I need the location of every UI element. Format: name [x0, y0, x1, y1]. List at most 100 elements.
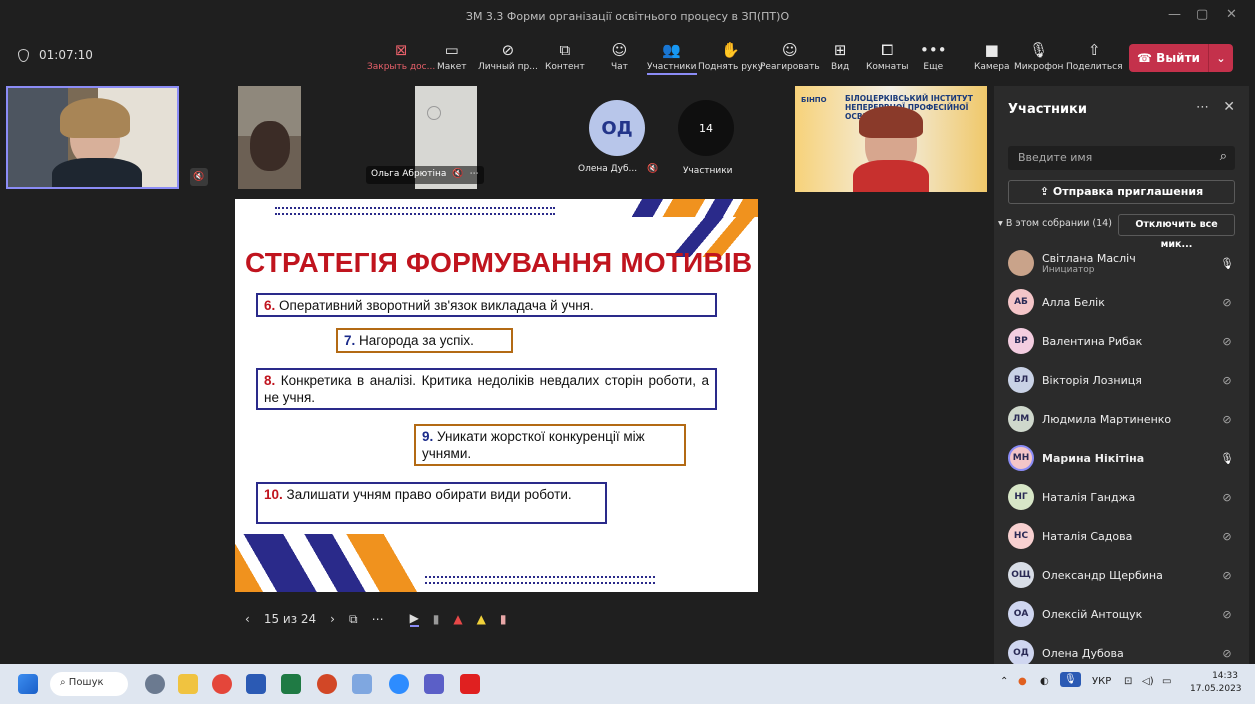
powerpoint-icon[interactable]: [317, 674, 337, 694]
toolbar-button-9[interactable]: ⧠ Комнаты: [866, 40, 908, 72]
avatar: МН: [1008, 445, 1034, 471]
participant-row[interactable]: МН Марина Нікітіна 🎙: [1008, 443, 1235, 473]
participant-name: Вікторія Лозниця: [1042, 373, 1142, 387]
participant-row[interactable]: Світлана Масліч Инициатор 🎙: [1008, 248, 1235, 278]
muted-mic-icon: 🔇: [190, 168, 208, 186]
participant-row[interactable]: ВЛ Вікторія Лозниця ⊘: [1008, 365, 1235, 395]
pointer-tool-icon[interactable]: ▶: [409, 611, 419, 627]
settings-icon[interactable]: [145, 674, 165, 694]
network-icon[interactable]: ⊡: [1124, 676, 1132, 687]
item-text: Нагорода за успіх.: [359, 333, 474, 348]
eraser-tool-icon[interactable]: ▮: [500, 612, 507, 626]
toolbar-label: Поделиться: [1066, 62, 1123, 72]
item-number: 8.: [264, 373, 276, 388]
layout-icon: ▭: [444, 41, 459, 59]
maximize-icon[interactable]: ▢: [1196, 7, 1208, 22]
taskbar-clock[interactable]: 14:33 17.05.2023: [1190, 670, 1242, 696]
participant-info: Олександр Щербина: [1042, 569, 1219, 582]
caret-down-icon: ▾: [998, 218, 1003, 229]
highlighter-tool-icon[interactable]: ▲: [477, 612, 486, 626]
participant-info: Світлана Масліч Инициатор: [1042, 252, 1219, 275]
grid-view-icon[interactable]: ⧉: [349, 612, 358, 627]
more-icon[interactable]: ⋯: [1196, 100, 1209, 115]
participant-row[interactable]: НГ Наталія Ганджа ⊘: [1008, 482, 1235, 512]
toolbar-button-13[interactable]: ⇧ Поделиться: [1066, 40, 1123, 72]
participants-icon: 👥: [662, 41, 682, 59]
participant-row[interactable]: НС Наталія Садова ⊘: [1008, 521, 1235, 551]
pdf-reader-icon[interactable]: [460, 674, 480, 694]
muted-mic-icon: ⊘: [1222, 412, 1232, 426]
participant-row[interactable]: ОЩ Олександр Щербина ⊘: [1008, 560, 1235, 590]
tray-overflow-icon[interactable]: ⌃: [1000, 676, 1008, 687]
video-tile-participant[interactable]: [238, 86, 301, 189]
toolbar-button-11[interactable]: ■ Камера: [974, 40, 1009, 72]
windows-taskbar: ⌕ Пошук ⌃ ● ◐ 🎙 УКР ⊡ ◁) ▭ 14:33 17.05.2…: [0, 664, 1255, 704]
mute-all-button[interactable]: Отключить все мик...: [1118, 214, 1235, 250]
item-number: 6.: [264, 298, 276, 313]
participants-count-circle[interactable]: 14: [678, 100, 734, 156]
tray-mic-icon[interactable]: 🎙: [1060, 672, 1081, 687]
participant-row[interactable]: ВР Валентина Рибак ⊘: [1008, 326, 1235, 356]
search-placeholder: Введите имя: [1018, 151, 1093, 164]
red-pen-tool-icon[interactable]: ▲: [453, 612, 462, 626]
participant-name: Марина Нікітіна: [1042, 451, 1145, 465]
volume-icon[interactable]: ◁): [1142, 676, 1154, 687]
toolbar-button-3[interactable]: ⧉ Контент: [545, 40, 585, 72]
tray-app-icon[interactable]: ◐: [1040, 676, 1049, 687]
prev-slide-icon[interactable]: ‹: [245, 612, 250, 626]
leave-button[interactable]: ☎ Выйти ⌄: [1129, 44, 1233, 72]
video-tile-presenter[interactable]: БІНПО БІЛОЦЕРКІВСЬКИЙ ІНСТИТУТ НЕПЕРЕРВН…: [795, 86, 987, 192]
participants-panel: Участники ⋯ ✕ Введите имя ⌕ ⇪ Отправка п…: [994, 86, 1249, 666]
participant-info: Вікторія Лозниця: [1042, 374, 1219, 387]
toolbar-button-10[interactable]: ••• Еще: [920, 40, 947, 72]
timer-value: 01:07:10: [39, 48, 93, 62]
video-tile-self[interactable]: [6, 86, 179, 189]
toolbar-button-1[interactable]: ▭ Макет: [437, 40, 467, 72]
window-title: ЗМ 3.3 Форми організації освітнього проц…: [465, 10, 790, 23]
chevron-down-icon[interactable]: ⌄: [1209, 52, 1233, 65]
close-window-icon[interactable]: ✕: [1226, 7, 1237, 22]
file-explorer-icon[interactable]: [178, 674, 198, 694]
minimize-icon[interactable]: —: [1168, 7, 1181, 22]
toolbar-button-4[interactable]: ☺ Чат: [611, 40, 628, 72]
pen-tool-icon[interactable]: ▮: [433, 612, 440, 626]
participant-row[interactable]: АБ Алла Белік ⊘: [1008, 287, 1235, 317]
toolbar-button-8[interactable]: ⊞ Вид: [831, 40, 849, 72]
toolbar-button-7[interactable]: ☺ Реагировать: [760, 40, 820, 72]
keyboard-language[interactable]: УКР: [1092, 676, 1111, 687]
raise-hand-icon: ✋: [721, 41, 740, 59]
toolbar-button-12[interactable]: 🎙 Микрофон: [1014, 40, 1063, 72]
clock-date: 17.05.2023: [1190, 684, 1242, 694]
next-slide-icon[interactable]: ›: [330, 612, 335, 626]
search-input[interactable]: Введите имя ⌕: [1008, 146, 1235, 170]
decorative-dots: [275, 213, 555, 215]
excel-icon[interactable]: [281, 674, 301, 694]
toolbar-button-6[interactable]: ✋ Поднять руку: [698, 40, 763, 72]
participant-row[interactable]: ОА Олексій Антощук ⊘: [1008, 599, 1235, 629]
slide-page-counter: 15 из 24: [263, 612, 317, 626]
zoom-icon[interactable]: [389, 674, 409, 694]
tray-app-icon[interactable]: ●: [1018, 676, 1027, 687]
participant-row[interactable]: ЛМ Людмила Мартиненко ⊘: [1008, 404, 1235, 434]
battery-icon[interactable]: ▭: [1162, 676, 1171, 687]
item-number: 10.: [264, 487, 283, 502]
toolbar-button-2[interactable]: ⊘ Личный пр...: [478, 40, 538, 72]
word-icon[interactable]: [246, 674, 266, 694]
slide-item-6: 6. Оперативний зворотний зв'язок виклада…: [256, 293, 717, 317]
taskbar-search[interactable]: ⌕ Пошук: [50, 672, 128, 696]
od-name-label: Олена Дуб... 🔇: [578, 164, 658, 174]
chrome-icon[interactable]: [212, 674, 232, 694]
in-meeting-toggle[interactable]: ▾ В этом собрании (14): [998, 218, 1112, 229]
more-icon[interactable]: ⋯: [470, 169, 479, 181]
close-icon[interactable]: ✕: [1223, 99, 1235, 115]
item-text: Залишати учням право обирати види роботи…: [286, 487, 572, 502]
start-icon[interactable]: [18, 674, 38, 694]
teams-icon[interactable]: [424, 674, 444, 694]
snipping-icon[interactable]: [352, 674, 372, 694]
microphone-icon: 🎙: [1220, 451, 1234, 465]
rooms-icon: ⧠: [881, 41, 894, 59]
more-options-icon[interactable]: ⋯: [372, 612, 384, 626]
invite-button[interactable]: ⇪ Отправка приглашения: [1008, 180, 1235, 204]
toolbar-button-0[interactable]: ⊠ Закрыть дос...: [367, 40, 435, 72]
toolbar-button-5[interactable]: 👥 Участники: [647, 40, 697, 75]
